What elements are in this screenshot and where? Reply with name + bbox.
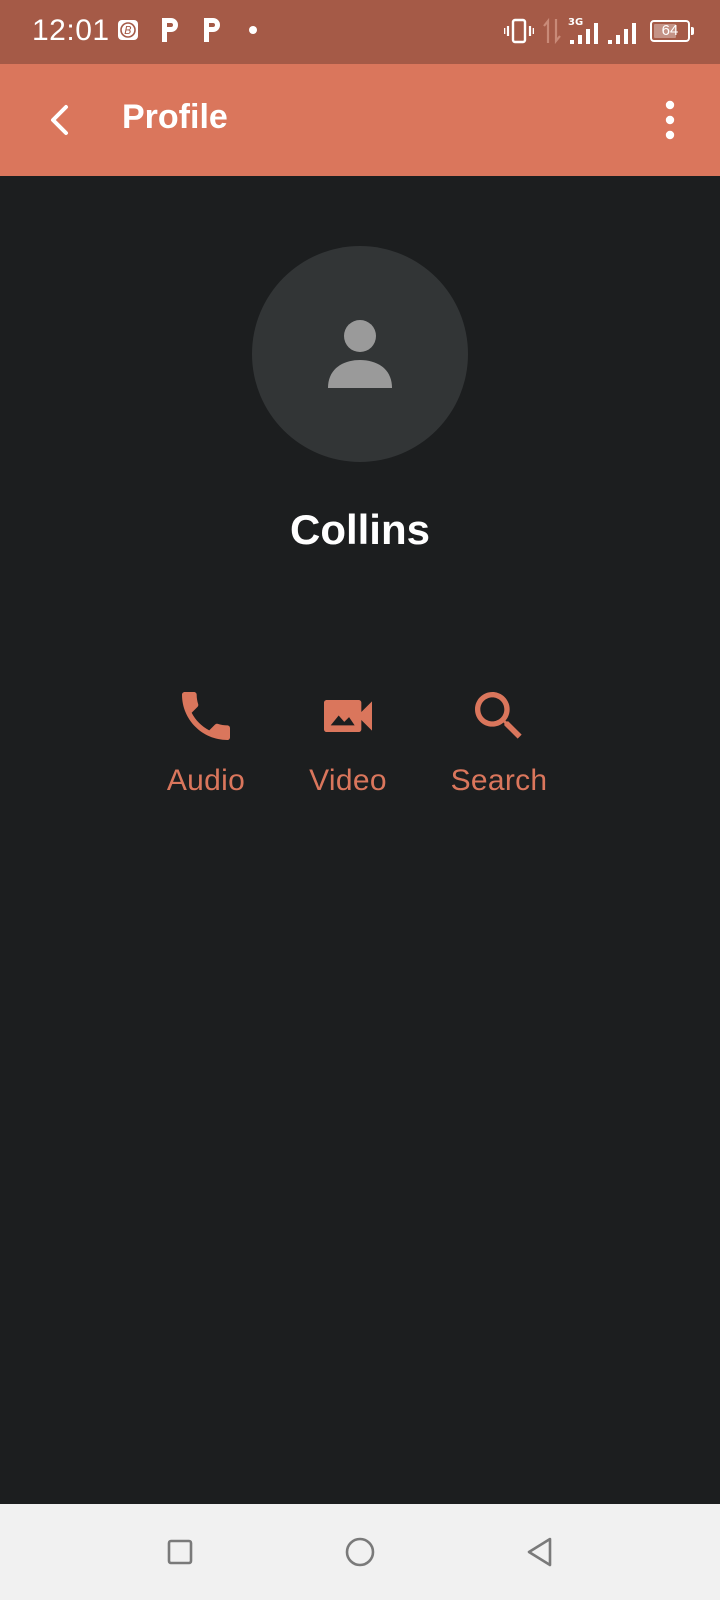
parking-p-icon: [162, 18, 178, 42]
avatar[interactable]: [252, 246, 468, 462]
status-time: 12:01: [32, 14, 110, 47]
back-triangle-icon: [527, 1537, 552, 1567]
videocam-icon: [324, 700, 372, 732]
signal-icon: [608, 23, 636, 44]
battery-level: 64: [661, 22, 679, 39]
audio-call-button[interactable]: Audio: [141, 684, 271, 804]
page-title: Profile: [122, 98, 228, 136]
network-type-label: 3G: [568, 17, 583, 28]
notification-b-icon: B: [118, 20, 138, 40]
back-nav-button[interactable]: [514, 1526, 566, 1578]
battery-icon: 64: [650, 20, 694, 42]
action-buttons: Audio Video Search: [0, 684, 720, 804]
status-right-icons: 3G 64: [504, 16, 694, 46]
search-label: Search: [450, 764, 548, 797]
more-vert-icon: [665, 100, 675, 140]
search-icon: [475, 692, 522, 739]
vibrate-icon: [504, 18, 534, 44]
more-options-button[interactable]: [644, 92, 696, 148]
system-nav-bar: [0, 1504, 720, 1600]
recents-square-icon: [167, 1539, 193, 1565]
search-button[interactable]: Search: [434, 684, 564, 804]
person-icon: [328, 320, 392, 388]
data-transfer-icon: [543, 17, 561, 45]
svg-text:B: B: [124, 24, 132, 37]
app-bar: Profile: [0, 64, 720, 176]
chevron-left-icon: [51, 105, 68, 135]
recents-button[interactable]: [154, 1526, 206, 1578]
dot-icon: [249, 26, 257, 34]
video-call-button[interactable]: Video: [283, 684, 413, 804]
battery-tip: [691, 27, 694, 35]
video-label: Video: [309, 764, 387, 797]
phone-icon: [182, 692, 230, 740]
back-button[interactable]: [32, 92, 88, 148]
signal-icon: 3G: [568, 17, 598, 44]
audio-label: Audio: [166, 764, 246, 797]
home-circle-icon: [345, 1537, 375, 1567]
profile-name: Collins: [289, 506, 430, 553]
parking-p-icon: [204, 18, 220, 42]
status-bar: 12:01 B 3G 64: [0, 0, 720, 64]
home-button[interactable]: [334, 1526, 386, 1578]
status-left-icons: B: [116, 16, 258, 44]
